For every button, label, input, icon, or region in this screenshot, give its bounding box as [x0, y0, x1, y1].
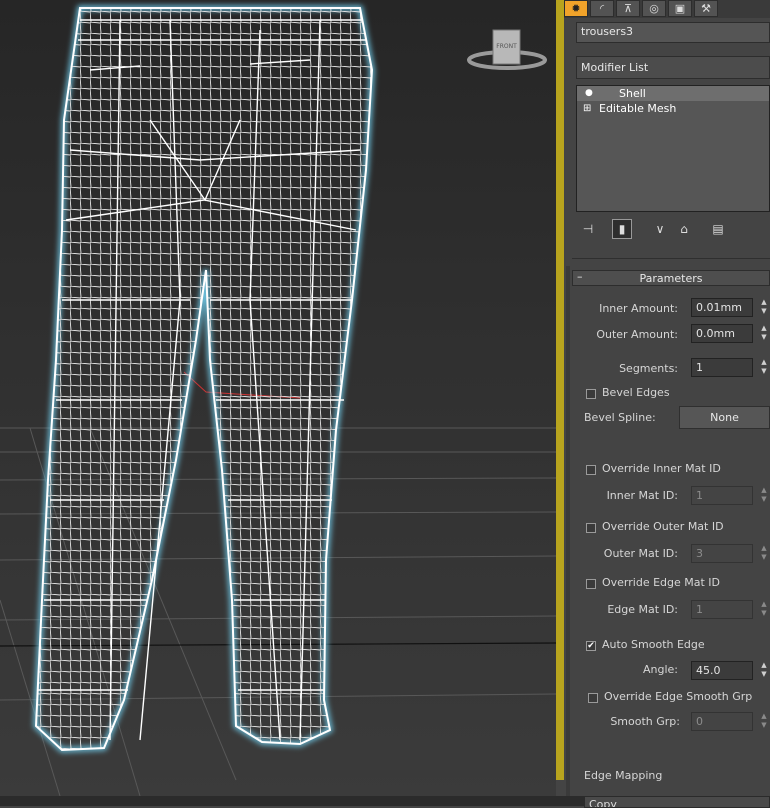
inner-mat-id-label: Inner Mat ID:: [606, 489, 678, 502]
override-outer-checkbox[interactable]: [586, 523, 596, 533]
smooth-grp-spinner[interactable]: ▲ ▼: [759, 712, 769, 731]
stack-item-shell[interactable]: ● Shell: [577, 86, 769, 101]
active-viewport-border: [556, 0, 564, 780]
command-panel-tabs: ✹ ◜ ⊼ ◎ ▣ ⚒: [564, 0, 770, 18]
pin-stack-icon[interactable]: ⊣: [578, 219, 598, 239]
display-tab[interactable]: ▣: [668, 0, 692, 17]
outer-mat-id-field[interactable]: 3: [691, 544, 753, 563]
bevel-spline-label: Bevel Spline:: [584, 411, 656, 424]
stack-item-editable-mesh[interactable]: ⊞ Editable Mesh: [577, 101, 769, 116]
override-smooth-checkbox[interactable]: [588, 693, 598, 703]
viewcube[interactable]: FRONT: [467, 29, 547, 70]
override-edge-checkbox[interactable]: [586, 579, 596, 589]
edge-mapping-dropdown[interactable]: Copy: [584, 796, 770, 808]
remove-modifier-icon[interactable]: ⌂: [674, 219, 694, 239]
sun-icon: ✹: [571, 2, 581, 15]
segments-label: Segments:: [619, 362, 678, 375]
edge-mat-id-field[interactable]: 1: [691, 600, 753, 619]
viewport-canvas[interactable]: FRONT: [0, 0, 556, 796]
modifier-stack[interactable]: ● Shell ⊞ Editable Mesh: [576, 85, 770, 212]
arc-icon: ◜: [599, 2, 605, 15]
motion-tab[interactable]: ◎: [642, 0, 666, 17]
override-inner-checkbox[interactable]: [586, 465, 596, 475]
bevel-edges-checkbox[interactable]: [586, 389, 596, 399]
edge-mat-id-spinner[interactable]: ▲ ▼: [759, 600, 769, 619]
outer-amount-spinner[interactable]: ▲ ▼: [759, 324, 769, 343]
make-unique-icon[interactable]: ∨: [650, 219, 670, 239]
show-end-result-icon[interactable]: ▮: [612, 219, 632, 239]
viewcube-face-label: FRONT: [496, 43, 517, 50]
plus-box-icon[interactable]: ⊞: [583, 101, 591, 116]
bevel-spline-button[interactable]: None: [679, 406, 770, 429]
segments-spinner[interactable]: ▲ ▼: [759, 358, 769, 377]
utilities-tab[interactable]: ⚒: [694, 0, 718, 17]
outer-mat-id-spinner[interactable]: ▲ ▼: [759, 544, 769, 563]
angle-field[interactable]: 45.0: [691, 661, 753, 680]
segments-field[interactable]: 1: [691, 358, 753, 377]
hammer-icon: ⚒: [701, 2, 711, 15]
auto-smooth-label: Auto Smooth Edge: [602, 638, 705, 651]
angle-label: Angle:: [642, 663, 678, 676]
object-name-field[interactable]: trousers3: [576, 22, 770, 43]
toolbar-divider: [572, 258, 770, 259]
bevel-edges-label: Bevel Edges: [602, 386, 670, 399]
edge-mapping-label: Edge Mapping: [584, 769, 663, 782]
outer-mat-id-label: Outer Mat ID:: [603, 547, 678, 560]
command-panel: ✹ ◜ ⊼ ◎ ▣ ⚒ trousers3 Modifier List ● Sh…: [564, 0, 770, 796]
inner-mat-id-field[interactable]: 1: [691, 486, 753, 505]
stack-item-label: Editable Mesh: [599, 102, 677, 115]
outer-amount-label: Outer Amount:: [596, 328, 678, 341]
smooth-grp-field[interactable]: 0: [691, 712, 753, 731]
hierarchy-tab[interactable]: ⊼: [616, 0, 640, 17]
hierarchy-icon: ⊼: [623, 2, 633, 15]
angle-spinner[interactable]: ▲ ▼: [759, 661, 769, 680]
inner-amount-spinner[interactable]: ▲ ▼: [759, 298, 769, 317]
perspective-viewport[interactable]: FRONT: [0, 0, 556, 796]
configure-sets-icon[interactable]: ▤: [708, 219, 728, 239]
modifier-list-dropdown[interactable]: Modifier List: [576, 56, 770, 79]
stack-item-label: Shell: [619, 87, 646, 100]
override-edge-label: Override Edge Mat ID: [602, 576, 721, 589]
create-tab[interactable]: ✹: [564, 0, 588, 17]
panel-scrollbar[interactable]: [566, 266, 570, 796]
inner-amount-label: Inner Amount:: [599, 302, 678, 315]
override-outer-label: Override Outer Mat ID: [602, 520, 724, 533]
trousers-mesh: [34, 7, 374, 752]
rollout-title: Parameters: [639, 272, 703, 285]
override-inner-label: Override Inner Mat ID: [602, 462, 721, 475]
outer-amount-field[interactable]: 0.0mm: [691, 324, 753, 343]
display-icon: ▣: [674, 2, 686, 15]
motion-icon: ◎: [649, 2, 659, 15]
parameters-rollout-header[interactable]: – Parameters: [572, 270, 770, 286]
auto-smooth-checkbox[interactable]: ✔: [586, 641, 596, 651]
inner-amount-field[interactable]: 0.01mm: [691, 298, 753, 317]
modify-tab[interactable]: ◜: [590, 0, 614, 17]
inner-mat-id-spinner[interactable]: ▲ ▼: [759, 486, 769, 505]
smooth-grp-label: Smooth Grp:: [610, 715, 680, 728]
edge-mat-id-label: Edge Mat ID:: [607, 603, 678, 616]
override-smooth-label: Override Edge Smooth Grp: [604, 690, 753, 703]
lightbulb-icon[interactable]: ●: [585, 86, 593, 101]
